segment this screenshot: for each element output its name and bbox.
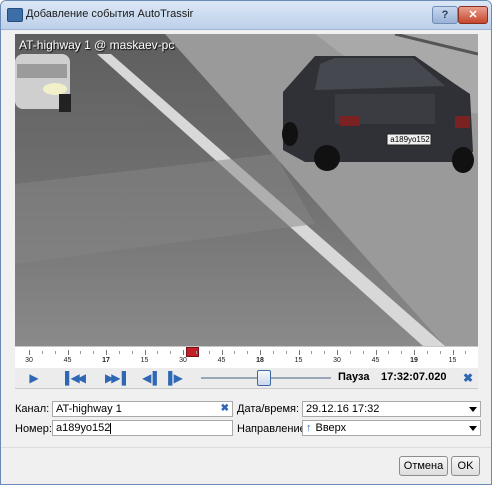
play-icon[interactable]: ▶ xyxy=(25,370,43,386)
timeline-tick xyxy=(144,350,146,355)
timeline-tick-label: 45 xyxy=(63,357,72,364)
timeline-minor-tick xyxy=(465,351,467,354)
timeline-tick xyxy=(221,350,223,355)
camera-image xyxy=(15,34,478,346)
playback-status: Пауза xyxy=(338,371,370,383)
channel-field[interactable]: AT-highway 1 ✖ xyxy=(52,401,233,417)
timeline-minor-tick xyxy=(439,351,441,354)
timeline-minor-tick xyxy=(157,351,159,354)
chevron-down-icon xyxy=(469,407,477,412)
footer-divider xyxy=(1,447,491,448)
timeline-tick-label: 19 xyxy=(410,357,418,364)
camera-label: AT-highway 1 @ maskaev-pc xyxy=(19,38,175,52)
cancel-button[interactable]: Отмена xyxy=(399,456,448,476)
direction-select[interactable]: ↑ Вверх xyxy=(302,420,481,436)
timeline-tick-label: 17 xyxy=(102,357,110,364)
dialog-window: Добавление события AutoTrassir ? ✕ AT-hi… xyxy=(0,0,492,485)
timeline-tick xyxy=(452,350,454,355)
timeline-minor-tick xyxy=(54,351,56,354)
datetime-value: 29.12.16 17:32 xyxy=(306,403,380,415)
timeline-minor-tick xyxy=(195,351,197,354)
arrow-up-icon: ↑ xyxy=(306,422,312,434)
number-input[interactable]: а189уо152 xyxy=(52,420,233,436)
step-forward-icon[interactable]: ▌▶ xyxy=(165,370,183,386)
timeline-tick xyxy=(260,350,261,355)
timeline-minor-tick xyxy=(362,351,364,354)
datetime-select[interactable]: 29.12.16 17:32 xyxy=(302,401,481,417)
timeline-minor-tick xyxy=(349,351,351,354)
window-title: Добавление события AutoTrassir xyxy=(26,8,194,20)
channel-value: AT-highway 1 xyxy=(56,403,122,415)
ok-button[interactable]: OK xyxy=(451,456,480,476)
timeline-tick xyxy=(29,350,30,355)
datetime-label: Дата/время: xyxy=(237,403,300,415)
close-button[interactable]: ✕ xyxy=(458,6,488,24)
timeline-tick-label: 30 xyxy=(25,357,33,364)
title-bar: Добавление события AutoTrassir ? ✕ xyxy=(1,1,491,30)
timeline-tick-label: 30 xyxy=(333,357,341,364)
timeline-tick-label: 15 xyxy=(294,357,303,364)
timeline-minor-tick xyxy=(401,351,403,354)
timeline-tick xyxy=(106,350,107,355)
step-back-icon[interactable]: ◀▐ xyxy=(139,370,157,386)
timeline-minor-tick xyxy=(118,351,120,354)
timeline-tick xyxy=(67,350,69,355)
chevron-down-icon xyxy=(469,426,477,431)
timeline-minor-tick xyxy=(388,351,390,354)
video-frame[interactable]: AT-highway 1 @ maskaev-pc а189уо152 xyxy=(15,34,478,346)
timeline-tick-label: 15 xyxy=(140,357,149,364)
direction-label: Направление: xyxy=(237,423,309,435)
event-marker[interactable] xyxy=(186,347,199,357)
skip-forward-icon[interactable]: ▶▶▐ xyxy=(103,370,126,386)
timeline-minor-tick xyxy=(170,351,172,354)
timeline-minor-tick xyxy=(131,351,133,354)
timeline-minor-tick xyxy=(80,351,82,354)
timeline-tick-label: 45 xyxy=(371,357,380,364)
timeline-minor-tick xyxy=(93,351,95,354)
timeline-tick xyxy=(414,350,415,355)
timeline-minor-tick xyxy=(311,351,313,354)
timeline-tick-label: 45 xyxy=(217,357,226,364)
timeline-tick xyxy=(298,350,300,355)
timeline-tick xyxy=(183,350,184,355)
skip-back-icon[interactable]: ▌◀◀ xyxy=(63,370,86,386)
text-cursor xyxy=(110,422,112,434)
license-plate-text: а189уо152 xyxy=(390,135,430,144)
timeline-minor-tick xyxy=(247,351,249,354)
timeline-minor-tick xyxy=(208,351,210,354)
clear-icon[interactable]: ✖ xyxy=(461,370,475,386)
timeline-tick xyxy=(375,350,377,355)
speed-slider-thumb[interactable] xyxy=(257,370,271,386)
timeline-tick-label: 15 xyxy=(448,357,457,364)
timeline-tick-label: 18 xyxy=(256,357,264,364)
playback-controls: ▶ ▌◀◀ ▶▶▐ ◀▐ ▌▶ Пауза 17:32:07.020 ✖ xyxy=(15,368,478,389)
app-icon xyxy=(7,8,23,22)
channel-label: Канал: xyxy=(15,403,50,415)
timeline-tick-label: 30 xyxy=(179,357,187,364)
direction-value: Вверх xyxy=(315,422,347,434)
white-car xyxy=(15,54,71,112)
playback-time: 17:32:07.020 xyxy=(381,371,447,383)
number-label: Номер: xyxy=(15,423,52,435)
channel-clear-icon[interactable]: ✖ xyxy=(221,402,229,416)
timeline-minor-tick xyxy=(324,351,326,354)
timeline[interactable]: 30 45 17 15 30 45 18 15 30 45 19 15 xyxy=(15,346,478,369)
timeline-minor-tick xyxy=(426,351,428,354)
timeline-minor-tick xyxy=(234,351,236,354)
number-value: а189уо152 xyxy=(56,422,111,434)
help-button[interactable]: ? xyxy=(432,6,458,24)
timeline-minor-tick xyxy=(285,351,287,354)
timeline-tick xyxy=(337,350,338,355)
timeline-minor-tick xyxy=(272,351,274,354)
timeline-minor-tick xyxy=(41,351,43,354)
